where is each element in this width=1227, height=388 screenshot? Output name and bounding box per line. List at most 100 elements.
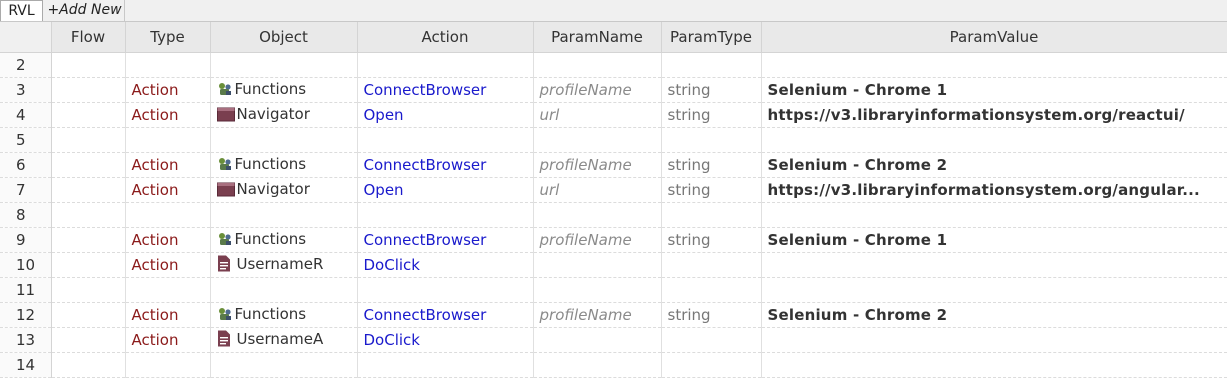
object-cell[interactable] — [210, 52, 358, 78]
column-header-paramtype[interactable]: ParamType — [661, 22, 762, 53]
type-cell[interactable] — [125, 277, 211, 303]
type-cell[interactable] — [125, 52, 211, 78]
param-type-cell[interactable]: string — [661, 102, 762, 128]
table-row[interactable]: 4 Action Navigator Open url string https://v3.… — [0, 102, 1227, 128]
object-cell[interactable]: Functions — [210, 77, 358, 103]
param-type-cell[interactable]: string — [661, 227, 762, 253]
param-value-cell[interactable] — [761, 252, 1227, 278]
table-row[interactable]: 13 Action UsernameA DoClick — [0, 327, 1227, 353]
object-cell[interactable] — [210, 127, 358, 153]
flow-cell[interactable] — [51, 52, 126, 78]
object-cell[interactable]: Functions — [210, 227, 358, 253]
table-row[interactable]: 9 Action Functions ConnectBrowser profileNam… — [0, 227, 1227, 253]
table-row[interactable]: 14 — [0, 352, 1227, 378]
action-cell[interactable] — [357, 127, 534, 153]
action-cell[interactable] — [357, 202, 534, 228]
param-value-cell[interactable] — [761, 352, 1227, 378]
type-cell[interactable] — [125, 127, 211, 153]
param-name-cell[interactable]: profileName — [533, 152, 662, 178]
object-cell[interactable]: Navigator — [210, 102, 358, 128]
column-header-flow[interactable]: Flow — [51, 22, 126, 53]
action-cell[interactable]: ConnectBrowser — [357, 227, 534, 253]
table-row[interactable]: 8 — [0, 202, 1227, 228]
action-cell[interactable]: Open — [357, 102, 534, 128]
param-name-cell[interactable] — [533, 52, 662, 78]
type-cell[interactable] — [125, 352, 211, 378]
flow-cell[interactable] — [51, 127, 126, 153]
action-cell[interactable] — [357, 277, 534, 303]
type-cell[interactable]: Action — [125, 227, 211, 253]
type-cell[interactable]: Action — [125, 327, 211, 353]
table-row[interactable]: 7 Action Navigator Open url string https://v3.… — [0, 177, 1227, 203]
column-header-type[interactable]: Type — [125, 22, 211, 53]
param-value-cell[interactable] — [761, 277, 1227, 303]
type-cell[interactable] — [125, 202, 211, 228]
param-type-cell[interactable] — [661, 52, 762, 78]
param-value-cell[interactable] — [761, 327, 1227, 353]
flow-cell[interactable] — [51, 252, 126, 278]
param-name-cell[interactable]: url — [533, 177, 662, 203]
param-type-cell[interactable]: string — [661, 77, 762, 103]
param-name-cell[interactable] — [533, 277, 662, 303]
object-cell[interactable] — [210, 277, 358, 303]
param-name-cell[interactable] — [533, 352, 662, 378]
type-cell[interactable]: Action — [125, 252, 211, 278]
type-cell[interactable]: Action — [125, 302, 211, 328]
action-cell[interactable]: DoClick — [357, 327, 534, 353]
object-cell[interactable]: Functions — [210, 152, 358, 178]
param-value-cell[interactable]: Selenium - Chrome 2 — [761, 302, 1227, 328]
type-cell[interactable]: Action — [125, 77, 211, 103]
param-name-cell[interactable] — [533, 202, 662, 228]
action-cell[interactable] — [357, 352, 534, 378]
column-header-paramvalue[interactable]: ParamValue — [761, 22, 1227, 53]
table-row[interactable]: 5 — [0, 127, 1227, 153]
flow-cell[interactable] — [51, 327, 126, 353]
type-cell[interactable]: Action — [125, 152, 211, 178]
table-row[interactable]: 2 — [0, 52, 1227, 78]
param-value-cell[interactable]: Selenium - Chrome 1 — [761, 77, 1227, 103]
param-type-cell[interactable]: string — [661, 152, 762, 178]
param-value-cell[interactable]: https://v3.libraryinformationsystem.org/… — [761, 102, 1227, 128]
table-row[interactable]: 12 Action Functions ConnectBrowser profileNa… — [0, 302, 1227, 328]
object-cell[interactable]: UsernameR — [210, 252, 358, 278]
table-row[interactable]: 11 — [0, 277, 1227, 303]
tab-rvl[interactable]: RVL — [0, 0, 43, 21]
flow-cell[interactable] — [51, 302, 126, 328]
table-row[interactable]: 10 Action UsernameR DoClick — [0, 252, 1227, 278]
object-cell[interactable]: UsernameA — [210, 327, 358, 353]
param-name-cell[interactable]: url — [533, 102, 662, 128]
flow-cell[interactable] — [51, 102, 126, 128]
param-name-cell[interactable] — [533, 327, 662, 353]
param-type-cell[interactable]: string — [661, 302, 762, 328]
flow-cell[interactable] — [51, 277, 126, 303]
column-header-paramname[interactable]: ParamName — [533, 22, 662, 53]
flow-cell[interactable] — [51, 227, 126, 253]
table-row[interactable]: 6 Action Functions ConnectBrowser profileNam… — [0, 152, 1227, 178]
table-row[interactable]: 3 Action Functions ConnectBrowser profileNam… — [0, 77, 1227, 103]
param-value-cell[interactable]: Selenium - Chrome 1 — [761, 227, 1227, 253]
action-cell[interactable]: DoClick — [357, 252, 534, 278]
flow-cell[interactable] — [51, 77, 126, 103]
param-type-cell[interactable] — [661, 202, 762, 228]
column-header-action[interactable]: Action — [357, 22, 534, 53]
param-type-cell[interactable] — [661, 352, 762, 378]
type-cell[interactable]: Action — [125, 102, 211, 128]
type-cell[interactable]: Action — [125, 177, 211, 203]
param-value-cell[interactable] — [761, 202, 1227, 228]
param-name-cell[interactable] — [533, 127, 662, 153]
action-cell[interactable] — [357, 52, 534, 78]
column-header-object[interactable]: Object — [210, 22, 358, 53]
flow-cell[interactable] — [51, 202, 126, 228]
action-cell[interactable]: ConnectBrowser — [357, 302, 534, 328]
action-cell[interactable]: Open — [357, 177, 534, 203]
param-type-cell[interactable] — [661, 252, 762, 278]
param-type-cell[interactable] — [661, 277, 762, 303]
param-name-cell[interactable]: profileName — [533, 227, 662, 253]
object-cell[interactable]: Navigator — [210, 177, 358, 203]
param-value-cell[interactable]: https://v3.libraryinformationsystem.org/… — [761, 177, 1227, 203]
flow-cell[interactable] — [51, 352, 126, 378]
param-value-cell[interactable]: Selenium - Chrome 2 — [761, 152, 1227, 178]
object-cell[interactable] — [210, 202, 358, 228]
param-name-cell[interactable]: profileName — [533, 77, 662, 103]
action-cell[interactable]: ConnectBrowser — [357, 77, 534, 103]
